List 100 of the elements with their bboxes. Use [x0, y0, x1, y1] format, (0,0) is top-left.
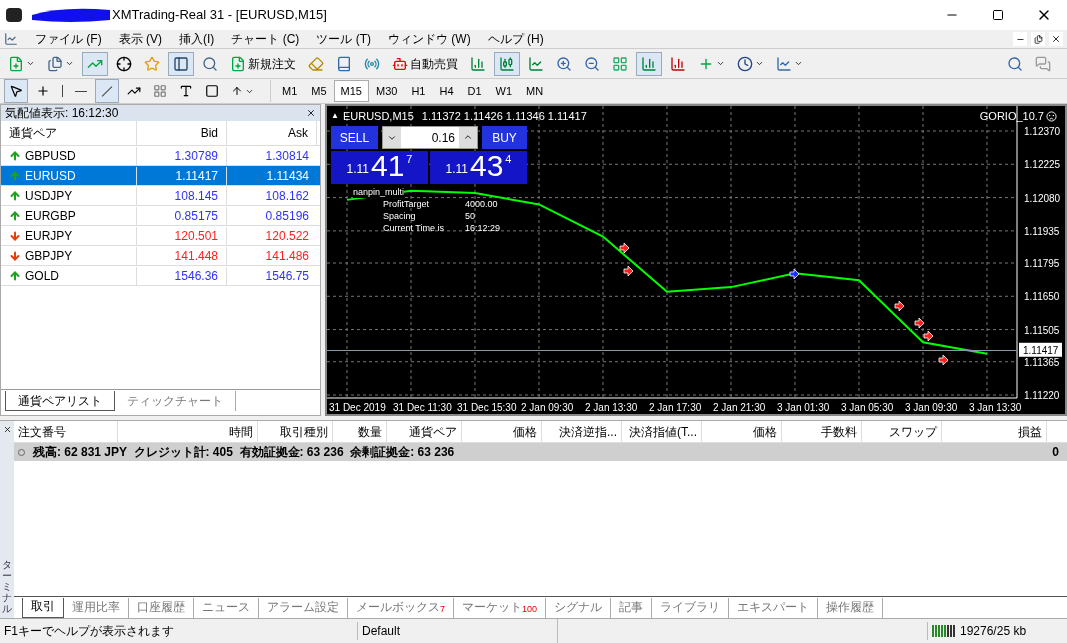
column-header[interactable]: スワップ: [862, 421, 942, 442]
timeframe-button[interactable]: H1: [404, 80, 433, 102]
chart-window-icon: [4, 32, 18, 46]
param-value: 4000.00: [465, 198, 498, 210]
ask-cell-text: 1546.75: [264, 267, 310, 285]
quote-row[interactable]: EURJPY 120.501 120.522: [1, 226, 320, 246]
column-header[interactable]: 時間: [118, 421, 258, 442]
menu-item[interactable]: ウィンドウ (W): [388, 30, 471, 48]
close-icon[interactable]: [2, 425, 12, 434]
terminal-tab[interactable]: 記事: [611, 598, 653, 618]
indicator-name: nanpin_multi: [353, 186, 405, 198]
timeframe-button[interactable]: H4: [432, 80, 461, 102]
menu-item[interactable]: ファイル (F): [35, 30, 102, 48]
terminal-tab[interactable]: ライブラリ: [652, 598, 730, 618]
terminal-tab[interactable]: メールボックス7: [348, 598, 454, 618]
help-text: F1キーでヘルプが表示されます: [3, 623, 175, 640]
file-plus-icon: [230, 55, 246, 72]
auto-trading-button[interactable]: 自動売買: [388, 51, 462, 76]
cursor-button[interactable]: [4, 79, 28, 103]
column-header[interactable]: 数量: [333, 421, 387, 442]
quote-row[interactable]: USDJPY 108.145 108.162: [1, 186, 320, 206]
candle-chart-button[interactable]: [494, 51, 520, 76]
time-label: 31 Dec 11:30: [393, 402, 452, 413]
arrow-icon: [231, 85, 243, 97]
terminal-tab[interactable]: シグナル: [546, 598, 612, 618]
param-label: Spacing: [383, 210, 417, 222]
panel-tab[interactable]: ティックチャート: [115, 391, 236, 411]
timeframe-button[interactable]: M5: [304, 80, 334, 102]
ask-cell-text: 1.30814: [264, 147, 310, 165]
caret-icon: [755, 59, 764, 68]
column-header[interactable]: Bid: [137, 121, 227, 145]
search-icon[interactable]: [1007, 55, 1023, 72]
bid-cell: 1.11417: [137, 166, 227, 185]
symbol-cell-text: EURJPY: [25, 227, 73, 245]
column-header[interactable]: 通貨ペア: [1, 121, 137, 145]
quote-row[interactable]: EURGBP 0.85175 0.85196: [1, 206, 320, 226]
menu-item[interactable]: ヘルプ (H): [487, 30, 544, 48]
navigator-button[interactable]: [168, 51, 194, 76]
ask-cell-text: 1.11434: [265, 167, 310, 185]
terminal-tab[interactable]: アラーム設定: [259, 598, 348, 618]
file-plus-icon: [8, 55, 24, 72]
column-header[interactable]: 決済指値(T...: [622, 421, 702, 442]
terminal-tab[interactable]: 口座履歴: [129, 598, 194, 618]
restore-button[interactable]: [1031, 32, 1045, 46]
auto-scroll-button[interactable]: [636, 51, 662, 76]
menu-item[interactable]: ツール (T): [316, 30, 371, 48]
timeframe-button[interactable]: M15: [333, 80, 369, 102]
terminal-tab[interactable]: 取引: [22, 598, 64, 618]
terminal-tab[interactable]: エキスパート: [729, 598, 819, 618]
panel-tab[interactable]: 通貨ペアリスト: [5, 391, 115, 411]
app-logo-icon: [6, 8, 22, 22]
panel-icon: [173, 55, 189, 72]
time-label: 2 Jan 09:30: [521, 402, 574, 413]
column-header[interactable]: 価格: [462, 421, 542, 442]
menu-item[interactable]: 挿入(I): [179, 30, 215, 48]
menu-item[interactable]: 表示 (V): [118, 30, 162, 48]
buy-button[interactable]: BUY: [482, 126, 527, 149]
sell-button[interactable]: SELL: [331, 126, 378, 149]
chart-ohlc: 1.11372 1.11426 1.11346 1.11417: [421, 109, 587, 124]
timeframe-button[interactable]: M30: [368, 80, 405, 102]
terminal-tab[interactable]: ニュース: [194, 598, 259, 618]
price-label: 1.11650: [1024, 291, 1060, 303]
timeframe-button[interactable]: MN: [519, 80, 551, 102]
trend-line-button[interactable]: [95, 79, 119, 103]
column-header[interactable]: 決済逆指...: [542, 421, 622, 442]
collapse-marker[interactable]: ▲: [331, 108, 339, 125]
terminal-label: ターミナル: [2, 559, 12, 614]
bar-chart-icon: [670, 55, 686, 72]
bid-cell: 108.145: [137, 186, 227, 205]
timeframe-button[interactable]: W1: [488, 80, 520, 102]
minimize-button[interactable]: [1013, 32, 1027, 46]
symbol-cell-text: EURUSD: [25, 167, 76, 185]
price-label: 1.11220: [1024, 390, 1060, 401]
menu-item[interactable]: チャート (C): [231, 30, 300, 48]
column-header[interactable]: 価格: [702, 421, 782, 442]
account-summary: 残高: 62 831 JPY クレジット計: 405 有効証拠金: 63 236 余剰証拠金: 63 236: [33, 444, 455, 461]
terminal-tab[interactable]: 運用比率: [64, 598, 129, 618]
column-header[interactable]: 取引種別: [258, 421, 333, 442]
new-order-button[interactable]: 新規注文: [226, 51, 300, 76]
column-header[interactable]: 手数料: [782, 421, 862, 442]
timeframe-button[interactable]: D1: [460, 80, 489, 102]
restore-icon: [1033, 34, 1043, 44]
quote-row[interactable]: GBPJPY 141.448 141.486: [1, 246, 320, 266]
terminal-tab[interactable]: マーケット 100: [454, 598, 547, 618]
expert-name: GORIO_10.7: [979, 109, 1044, 124]
column-header[interactable]: Ask: [227, 121, 317, 145]
timeframe-button[interactable]: M1: [275, 80, 305, 102]
terminal-tab[interactable]: 操作履歴: [818, 598, 884, 618]
quote-row[interactable]: GOLD 1546.36 1546.75: [1, 266, 320, 286]
close-icon[interactable]: [306, 108, 316, 118]
price-label: 1.11365: [1024, 356, 1060, 368]
quote-row[interactable]: EURUSD 1.11417 1.11434: [1, 166, 320, 186]
price-label: 1.12080: [1024, 192, 1061, 204]
column-header[interactable]: 注文番号: [14, 421, 118, 442]
close-icon: [1051, 34, 1061, 44]
param-label: ProfitTarget: [383, 198, 431, 210]
price-label: 1.12370: [1024, 126, 1061, 137]
column-header[interactable]: 通貨ペア: [387, 421, 462, 442]
close-button[interactable]: [1049, 32, 1063, 46]
column-header[interactable]: 損益: [942, 421, 1047, 442]
